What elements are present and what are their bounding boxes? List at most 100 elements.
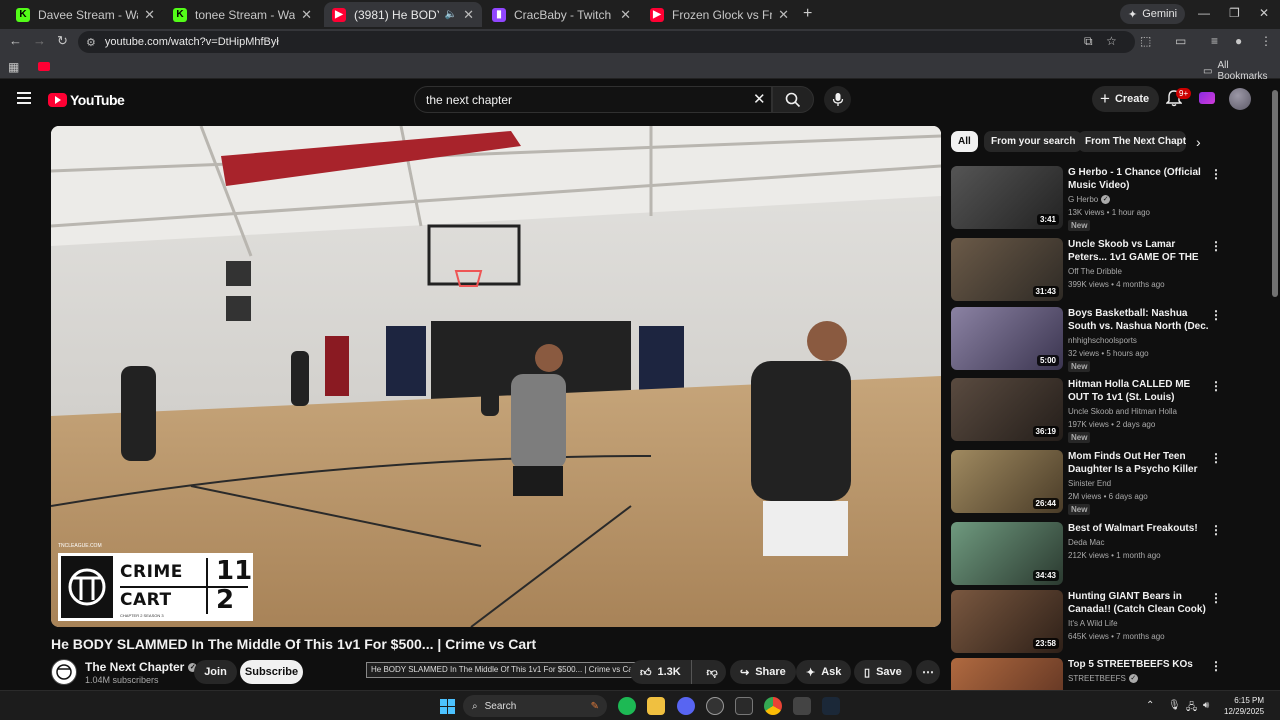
save-button[interactable]: ▯ Save bbox=[854, 660, 912, 684]
search-input[interactable] bbox=[426, 92, 726, 107]
more-options-icon[interactable]: ⋮ bbox=[1210, 451, 1222, 465]
video-thumbnail[interactable]: 26:44 bbox=[951, 450, 1063, 513]
clear-search-icon[interactable]: ✕ bbox=[753, 90, 766, 108]
browser-tab[interactable]: K Davee Stream - Watch Live on K ✕ bbox=[8, 2, 163, 27]
maximize-icon[interactable]: ❐ bbox=[1229, 6, 1240, 20]
chrome-menu-icon[interactable]: ⋮ bbox=[1260, 34, 1272, 48]
minimize-icon[interactable]: — bbox=[1198, 6, 1210, 20]
chip-all[interactable]: All bbox=[951, 131, 978, 152]
media-controls-icon[interactable]: ≡ bbox=[1211, 34, 1218, 48]
video-thumbnail[interactable]: 5:00 bbox=[951, 307, 1063, 370]
recommendation-item[interactable]: 3:41 G Herbo - 1 Chance (Official Music … bbox=[951, 166, 1226, 231]
dislike-button[interactable]: 👎︎ bbox=[698, 660, 726, 684]
settings-app-icon[interactable] bbox=[706, 697, 724, 715]
close-tab-icon[interactable]: ✕ bbox=[301, 7, 312, 23]
more-options-icon[interactable]: ⋮ bbox=[1210, 659, 1222, 673]
video-thumbnail[interactable]: 31:43 bbox=[951, 238, 1063, 301]
forward-icon[interactable]: → bbox=[33, 33, 46, 48]
more-options-icon[interactable]: ⋮ bbox=[1210, 308, 1222, 322]
recommendation-item[interactable]: 36:19 Hitman Holla CALLED ME OUT To 1v1 … bbox=[951, 378, 1226, 443]
share-button[interactable]: ↪ Share bbox=[730, 660, 796, 684]
menu-icon[interactable] bbox=[17, 92, 31, 104]
youtube-logo[interactable]: YouTube bbox=[48, 92, 125, 108]
spotify-icon[interactable] bbox=[618, 697, 636, 715]
gemini-button[interactable]: ✦ Gemini bbox=[1120, 4, 1186, 24]
all-bookmarks-button[interactable]: ▭ All Bookmarks bbox=[1203, 60, 1280, 82]
more-options-icon[interactable]: ⋮ bbox=[1210, 167, 1222, 181]
browser-tab[interactable]: ▮ CracBaby - Twitch ✕ bbox=[484, 2, 639, 27]
chevron-up-icon[interactable]: ⌃ bbox=[1146, 700, 1154, 711]
recommendation-item[interactable]: Top 5 STREETBEEFS KOs STREETBEEFS ✓ ⋮ bbox=[951, 658, 1226, 690]
like-button[interactable]: 👍︎ 1.3K bbox=[630, 660, 693, 684]
install-icon[interactable]: ⧉ bbox=[1084, 34, 1093, 49]
subscribe-button[interactable]: Subscribe bbox=[240, 660, 303, 684]
more-options-icon[interactable]: ⋮ bbox=[1210, 239, 1222, 253]
more-options-icon[interactable]: ⋮ bbox=[1210, 523, 1222, 537]
voice-search-button[interactable] bbox=[824, 86, 851, 113]
video-thumbnail[interactable]: 36:19 bbox=[951, 378, 1063, 441]
youtube-bookmark-icon[interactable] bbox=[38, 62, 50, 71]
kick-icon: K bbox=[16, 7, 30, 22]
microphone-icon[interactable]: 🎙︎ bbox=[1168, 700, 1181, 711]
create-button[interactable]: + Create bbox=[1092, 86, 1160, 112]
browser-tab-active[interactable]: ▶ (3981) He BODY SLAMMED 🔈 ✕ bbox=[324, 2, 482, 27]
steam-icon[interactable] bbox=[822, 697, 840, 715]
chip-from-your-search[interactable]: From your search bbox=[984, 131, 1083, 152]
recommendation-item[interactable]: 23:58 Hunting GIANT Bears in Canada!! (C… bbox=[951, 590, 1226, 654]
apps-grid-icon[interactable]: ▦ bbox=[8, 60, 19, 74]
scrollbar-thumb[interactable] bbox=[1272, 90, 1278, 297]
channel-avatar[interactable] bbox=[51, 659, 77, 685]
taskbar-search[interactable]: ⌕ Search ✎ bbox=[463, 695, 607, 717]
new-tab-icon[interactable]: + bbox=[803, 5, 812, 23]
address-bar[interactable]: ⚙ youtube.com/watch?v=DtHipMhfBył bbox=[78, 31, 1135, 53]
close-window-icon[interactable]: ✕ bbox=[1259, 6, 1269, 20]
search-button[interactable] bbox=[772, 86, 814, 113]
recommendation-item[interactable]: 5:00 Boys Basketball: Nashua South vs. N… bbox=[951, 307, 1226, 372]
extensions-icon[interactable]: ⬚ bbox=[1140, 34, 1151, 48]
clock[interactable]: 6:15 PM 12/29/2025 bbox=[1224, 695, 1264, 717]
chevron-right-icon[interactable]: › bbox=[1196, 134, 1201, 150]
video-thumbnail[interactable]: 3:41 bbox=[951, 166, 1063, 229]
video-thumbnail[interactable] bbox=[951, 658, 1063, 690]
more-options-icon[interactable]: ⋮ bbox=[1210, 591, 1222, 605]
close-tab-icon[interactable]: ✕ bbox=[778, 7, 789, 23]
close-tab-icon[interactable]: ✕ bbox=[144, 7, 155, 23]
close-tab-icon[interactable]: ✕ bbox=[620, 7, 631, 23]
site-info-icon[interactable]: ⚙ bbox=[86, 36, 96, 49]
thumbs-up-icon: 👍︎ bbox=[640, 666, 652, 679]
recommendation-item[interactable]: 26:44 Mom Finds Out Her Teen Daughter Is… bbox=[951, 450, 1226, 515]
close-tab-icon[interactable]: ✕ bbox=[463, 7, 474, 23]
windows-start-icon[interactable] bbox=[440, 699, 455, 714]
profile-icon[interactable]: ● bbox=[1235, 34, 1242, 48]
video-thumbnail[interactable]: 23:58 bbox=[951, 590, 1063, 653]
speaker-icon[interactable]: 🔈 bbox=[445, 9, 457, 20]
chip-from-channel[interactable]: From The Next Chapter bbox=[1078, 131, 1186, 152]
ask-button[interactable]: ✦ Ask bbox=[796, 660, 852, 684]
account-avatar[interactable] bbox=[1229, 88, 1251, 110]
tnc-logo bbox=[61, 556, 113, 618]
sidepanel-icon[interactable]: ▭ bbox=[1175, 34, 1186, 48]
view-stats: 399K views • 4 months ago bbox=[1068, 280, 1165, 289]
video-player[interactable]: TNCLEAGUE.COM CRIME 11 CART 2 CHAPTER 2 … bbox=[51, 126, 941, 627]
more-options-icon[interactable]: ⋮ bbox=[1210, 379, 1222, 393]
reload-icon[interactable]: ↻ bbox=[57, 33, 68, 49]
recommendation-item[interactable]: 31:43 Uncle Skoob vs Lamar Peters... 1v1… bbox=[951, 238, 1226, 302]
network-icon[interactable]: 🖧︎ bbox=[1186, 700, 1197, 717]
browser-tab[interactable]: ▶ Frozen Glock vs Frozen M&P - Y ✕ bbox=[642, 2, 797, 27]
bookmark-star-icon[interactable]: ☆ bbox=[1106, 34, 1117, 48]
join-button[interactable]: Join bbox=[194, 660, 237, 684]
new-badge: New bbox=[1068, 361, 1091, 372]
browser-tab[interactable]: K tonee Stream - Watch Live on K ✕ bbox=[165, 2, 320, 27]
channel-name[interactable]: The Next Chapter ✓ bbox=[85, 660, 198, 674]
recommendation-item[interactable]: 34:43 Best of Walmart Freakouts! Deda Ma… bbox=[951, 522, 1226, 586]
file-explorer-icon[interactable] bbox=[647, 697, 665, 715]
discord-icon[interactable] bbox=[677, 697, 695, 715]
back-icon[interactable]: ← bbox=[9, 33, 22, 48]
app-icon[interactable] bbox=[793, 697, 811, 715]
more-actions-icon[interactable]: ⋯ bbox=[916, 660, 940, 684]
premium-icon[interactable] bbox=[1199, 92, 1215, 104]
epic-games-icon[interactable] bbox=[735, 697, 753, 715]
video-thumbnail[interactable]: 34:43 bbox=[951, 522, 1063, 585]
volume-icon[interactable]: 🔊︎ bbox=[1203, 700, 1209, 711]
chrome-icon[interactable] bbox=[764, 697, 782, 715]
